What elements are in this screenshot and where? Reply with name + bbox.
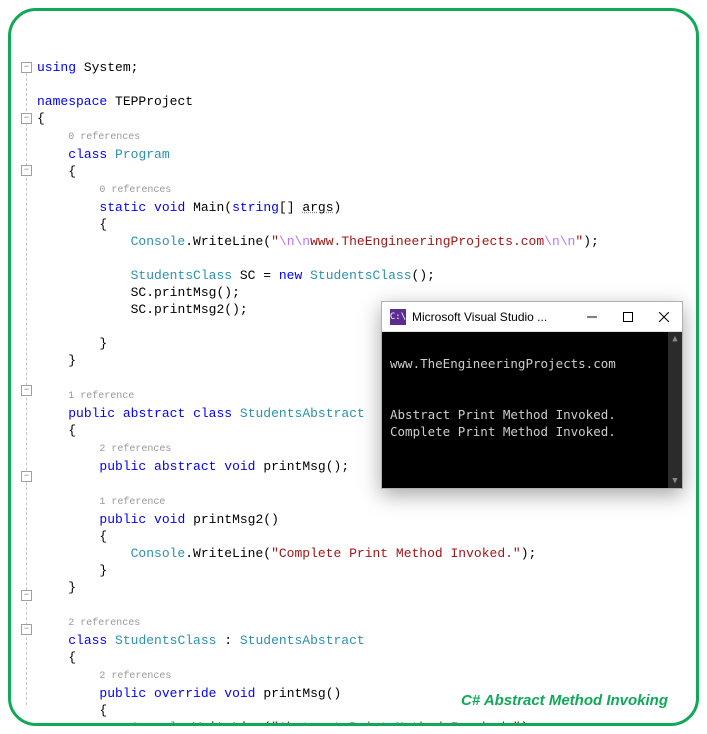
scroll-down-icon[interactable]: ▼ — [668, 474, 682, 488]
editor-frame: − − − − − − − using System; namespace TE… — [8, 8, 699, 726]
fold-toggle[interactable]: − — [21, 471, 32, 482]
codelens-refs[interactable]: 2 references — [99, 444, 171, 455]
fold-toggle[interactable]: − — [21, 113, 32, 124]
close-button[interactable] — [646, 302, 682, 332]
type-studentsclass: StudentsClass — [131, 268, 232, 283]
keyword-abstract: abstract — [154, 459, 216, 474]
maximize-button[interactable] — [610, 302, 646, 332]
string-literal: "Abstract Print Method Invoked." — [271, 720, 521, 726]
keyword-public: public — [68, 406, 115, 421]
caption-label: C# Abstract Method Invoking — [461, 692, 668, 709]
call-printmsg2: printMsg2 — [154, 302, 224, 317]
console-line: www.TheEngineeringProjects.com — [390, 356, 616, 371]
fold-toggle[interactable]: − — [21, 624, 32, 635]
console-line: Abstract Print Method Invoked. — [390, 407, 616, 422]
vs-icon: C:\ — [390, 309, 406, 325]
keyword-string: string — [232, 200, 279, 215]
window-title: Microsoft Visual Studio ... — [412, 310, 574, 324]
type-console: Console — [131, 546, 186, 561]
method-writeline: WriteLine — [193, 720, 263, 726]
keyword-public: public — [99, 512, 146, 527]
var-sc: SC — [131, 302, 147, 317]
method-printmsg2: printMsg2 — [193, 512, 263, 527]
fold-toggle[interactable]: − — [21, 165, 32, 176]
keyword-class: class — [68, 147, 107, 162]
method-main: Main — [193, 200, 224, 215]
keyword-void: void — [224, 686, 255, 701]
minimize-button[interactable] — [574, 302, 610, 332]
console-output[interactable]: www.TheEngineeringProjects.com Abstract … — [382, 332, 682, 488]
class-studentsclass: StudentsClass — [115, 633, 216, 648]
method-printmsg: printMsg — [263, 459, 325, 474]
minimize-icon — [587, 312, 597, 322]
keyword-void: void — [224, 459, 255, 474]
string-literal: "\n\nwww.TheEngineeringProjects.com\n\n" — [271, 234, 583, 249]
ctor-studentsclass: StudentsClass — [310, 268, 411, 283]
method-writeline: WriteLine — [193, 234, 263, 249]
keyword-public: public — [99, 686, 146, 701]
call-printmsg: printMsg — [154, 285, 216, 300]
codelens-refs[interactable]: 2 references — [68, 618, 140, 629]
fold-toggle[interactable]: − — [21, 385, 32, 396]
codelens-refs[interactable]: 0 references — [68, 132, 140, 143]
class-studentsabstract: StudentsAbstract — [240, 406, 365, 421]
var-sc: SC — [240, 268, 256, 283]
keyword-abstract: abstract — [123, 406, 185, 421]
method-writeline: WriteLine — [193, 546, 263, 561]
string-literal: "Complete Print Method Invoked." — [271, 546, 521, 561]
codelens-refs[interactable]: 0 references — [99, 185, 171, 196]
base-studentsabstract: StudentsAbstract — [240, 633, 365, 648]
fold-toggle[interactable]: − — [21, 62, 32, 73]
maximize-icon — [623, 312, 633, 322]
keyword-public: public — [99, 459, 146, 474]
method-printmsg: printMsg — [263, 686, 325, 701]
keyword-void: void — [154, 200, 185, 215]
codelens-refs[interactable]: 1 reference — [68, 391, 134, 402]
codelens-refs[interactable]: 1 reference — [99, 497, 165, 508]
console-line: Complete Print Method Invoked. — [390, 424, 616, 439]
class-program: Program — [115, 147, 170, 162]
console-window[interactable]: C:\ Microsoft Visual Studio ... www.TheE… — [381, 301, 683, 489]
keyword-new: new — [279, 268, 302, 283]
titlebar[interactable]: C:\ Microsoft Visual Studio ... — [382, 302, 682, 332]
keyword-class: class — [193, 406, 232, 421]
scroll-up-icon[interactable]: ▲ — [668, 332, 682, 346]
keyword-static: static — [99, 200, 146, 215]
ident-system: System — [84, 60, 131, 75]
type-console: Console — [131, 234, 186, 249]
fold-gutter: − − − − − − − — [21, 25, 35, 726]
codelens-refs[interactable]: 2 references — [99, 671, 171, 682]
var-sc: SC — [131, 285, 147, 300]
param-args: args — [302, 200, 333, 215]
fold-toggle[interactable]: − — [21, 590, 32, 601]
scrollbar[interactable]: ▲ ▼ — [668, 332, 682, 488]
keyword-override: override — [154, 686, 216, 701]
keyword-class: class — [68, 633, 107, 648]
close-icon — [659, 312, 669, 322]
type-console: Console — [131, 720, 186, 726]
keyword-void: void — [154, 512, 185, 527]
namespace-name: TEPProject — [115, 94, 193, 109]
